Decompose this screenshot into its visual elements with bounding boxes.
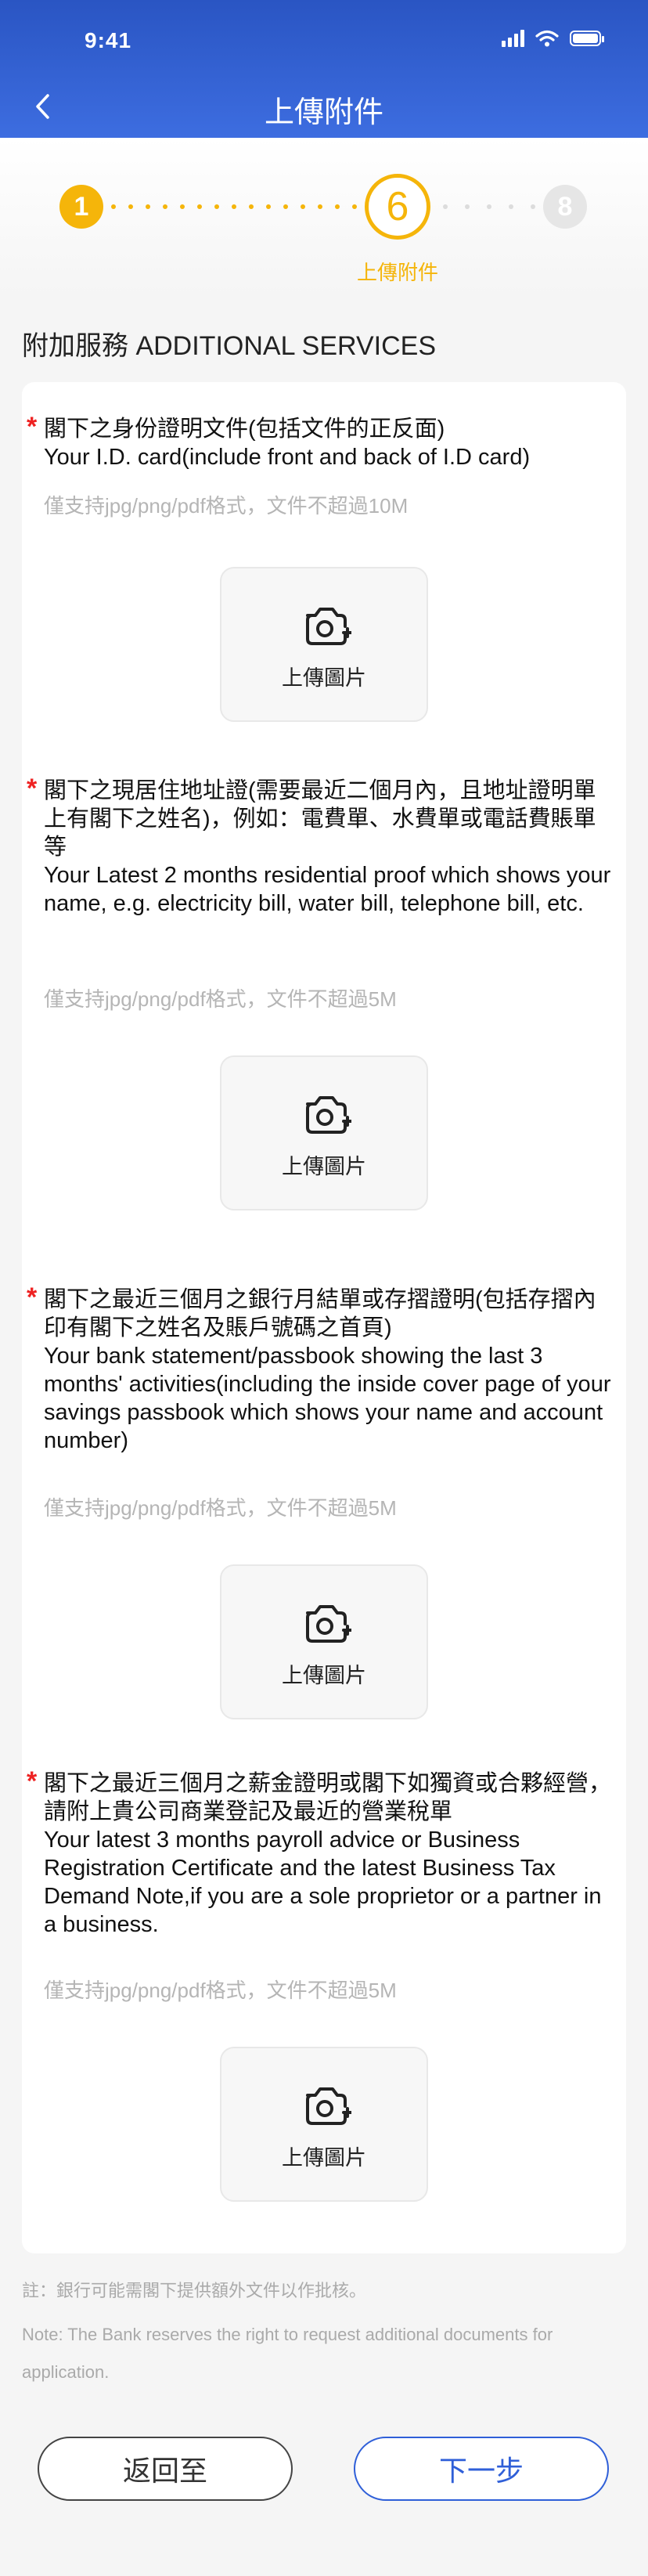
document-title-en: Your I.D. card(include front and back of… [44, 445, 531, 470]
next-step-button[interactable]: 下一步 [354, 2437, 609, 2501]
back-button[interactable]: 返回至 [38, 2437, 293, 2501]
document-title-zh: 閣下之最近三個月之銀行月結單或存摺證明(包括存摺內印有閣下之姓名及賬戶號碼之首頁… [44, 1287, 596, 1340]
step-current-indicator: 6 [365, 174, 430, 240]
camera-add-icon [306, 1605, 351, 1643]
battery-icon [570, 31, 604, 46]
camera-add-icon [306, 2087, 351, 2125]
note-zh: 註：銀行可能需閣下提供額外文件以作批核。 [22, 2281, 367, 2300]
required-marker: * [27, 1283, 38, 1312]
upload-label: 上傳圖片 [282, 1664, 366, 1687]
document-title-zh: 閣下之身份證明文件(包括文件的正反面) [44, 417, 445, 442]
camera-add-icon [306, 1096, 351, 1134]
upload-image-button[interactable]: 上傳圖片 [220, 1564, 428, 1719]
signal-icon [502, 30, 524, 47]
camera-add-icon [306, 608, 351, 645]
step-first-indicator: 1 [59, 185, 103, 229]
header: 9:41 上傳附件 [0, 0, 648, 138]
required-marker: * [27, 774, 38, 803]
file-format-hint: 僅支持jpg/png/pdf格式，文件不超過5M [44, 1979, 397, 2002]
page-title: 上傳附件 [264, 96, 383, 129]
document-title-en: Your latest 3 months payroll advice or B… [44, 1827, 602, 1937]
file-format-hint: 僅支持jpg/png/pdf格式，文件不超過5M [44, 987, 397, 1011]
required-marker: * [27, 1766, 38, 1796]
required-marker: * [27, 412, 38, 442]
document-title-en: Your bank statement/passbook showing the… [44, 1344, 611, 1453]
note-en: Note: The Bank reserves the right to req… [22, 2325, 553, 2382]
step-last-indicator: 8 [543, 185, 587, 229]
section-title: 附加服務 ADDITIONAL SERVICES [22, 331, 436, 361]
nav-bar: 上傳附件 [0, 75, 648, 138]
document-description: 閣下之身份證明文件(包括文件的正反面) Your I.D. card(inclu… [44, 415, 615, 471]
upload-label: 上傳圖片 [282, 2146, 366, 2170]
upload-label: 上傳圖片 [282, 1155, 366, 1178]
upload-image-button[interactable]: 上傳圖片 [220, 567, 428, 722]
wifi-icon [535, 30, 559, 47]
document-title-zh: 閣下之現居住地址證(需要最近二個月內，且地址證明單上有閣下之姓名)，例如：電費單… [44, 778, 596, 860]
upload-label: 上傳圖片 [282, 666, 366, 690]
progress-dots-completed [111, 204, 357, 209]
progress-dots-remaining [443, 204, 535, 209]
upload-image-button[interactable]: 上傳圖片 [220, 2047, 428, 2202]
document-description: 閣下之最近三個月之薪金證明或閣下如獨資或合夥經營，請附上貴公司商業登記及最近的營… [44, 1770, 615, 1939]
step-current-label: 上傳附件 [356, 261, 438, 284]
progress-stepper: 1 6 8 上傳附件 [0, 138, 648, 294]
status-bar: 9:41 [0, 0, 648, 75]
status-time: 9:41 [85, 28, 132, 52]
document-description: 閣下之現居住地址證(需要最近二個月內，且地址證明單上有閣下之姓名)，例如：電費單… [44, 777, 615, 918]
status-icons [502, 30, 604, 47]
upload-image-button[interactable]: 上傳圖片 [220, 1055, 428, 1210]
document-title-en: Your Latest 2 months residential proof w… [44, 863, 611, 916]
documents-card: * 閣下之身份證明文件(包括文件的正反面) Your I.D. card(inc… [22, 382, 626, 2253]
document-description: 閣下之最近三個月之銀行月結單或存摺證明(包括存摺內印有閣下之姓名及賬戶號碼之首頁… [44, 1286, 615, 1455]
file-format-hint: 僅支持jpg/png/pdf格式，文件不超過5M [44, 1496, 397, 1520]
document-title-zh: 閣下之最近三個月之薪金證明或閣下如獨資或合夥經營，請附上貴公司商業登記及最近的營… [44, 1771, 612, 1824]
file-format-hint: 僅支持jpg/png/pdf格式，文件不超過10M [44, 494, 409, 518]
